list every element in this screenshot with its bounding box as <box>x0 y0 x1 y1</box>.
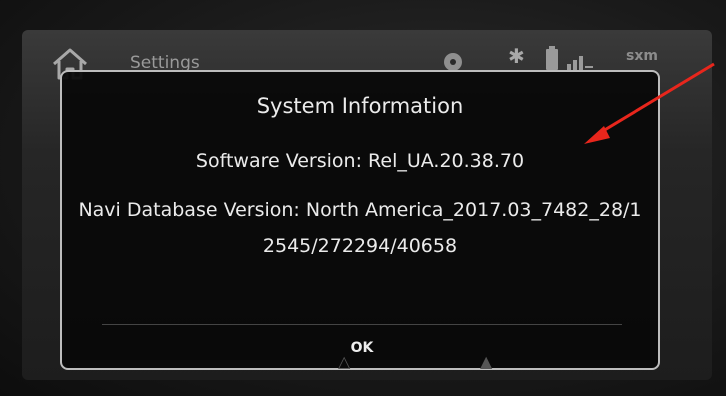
battery-icon <box>546 46 558 70</box>
software-version-text: Software Version: Rel_UA.20.38.70 <box>195 150 525 172</box>
bottom-nav-icon: △ <box>338 352 351 371</box>
dialog-title: System Information <box>256 94 464 118</box>
system-information-dialog: System Information Software Version: Rel… <box>60 70 660 370</box>
navi-database-version-text: Navi Database Version: North America_201… <box>78 199 642 257</box>
bluetooth-icon: ✱ <box>508 44 525 68</box>
red-arrow-annotation <box>584 62 715 144</box>
dialog-divider <box>102 324 622 325</box>
bottom-nav-icon: ▲ <box>480 352 493 371</box>
ok-button[interactable]: OK <box>322 334 402 362</box>
